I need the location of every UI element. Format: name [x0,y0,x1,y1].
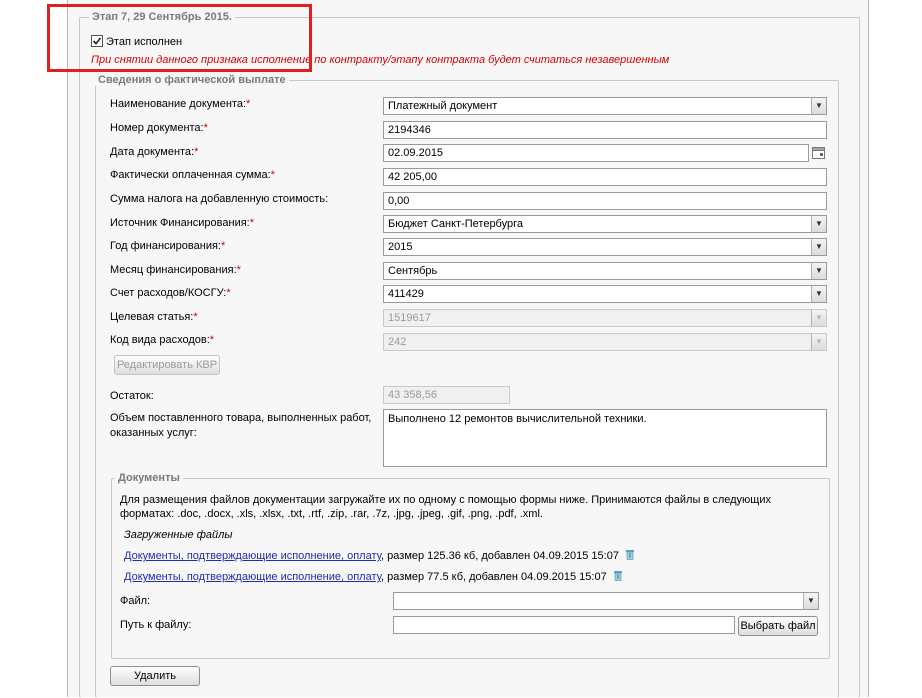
doc-date-label: Дата документа:* [110,146,199,158]
file-row-2: Документы, подтверждающие исполнение, оп… [124,570,623,583]
remainder-input: 43 358,56 [383,386,510,404]
doc-number-label: Номер документа:* [110,122,208,134]
vat-sum-label: Сумма налога на добавленную стоимость: [110,193,329,205]
remainder-label: Остаток: [110,390,154,402]
paid-sum-label: Фактически оплаченная сумма:* [110,169,275,181]
chevron-down-icon[interactable]: ▼ [803,593,818,609]
documents-info-line2: форматах: .doc, .docx, .xls, .xlsx, .txt… [120,508,543,520]
vat-sum-input[interactable]: 0,00 [383,192,827,210]
file-select[interactable]: ▼ [393,592,819,610]
doc-name-label: Наименование документа:* [110,98,251,110]
file-row-1: Документы, подтверждающие исполнение, оп… [124,549,635,562]
year-label: Год финансирования:* [110,240,226,252]
chevron-down-icon[interactable]: ▼ [811,286,826,302]
chevron-down-icon[interactable]: ▼ [811,263,826,279]
file-meta-1: , размер 125.36 кб, добавлен 04.09.2015 … [381,550,619,562]
left-border [67,0,68,697]
edit-kvr-button[interactable]: Редактировать КВР [114,355,220,375]
account-select[interactable]: 411429 ▼ [383,285,827,303]
account-label: Счет расходов/КОСГУ:* [110,287,231,299]
kvr-select: 242 ▼ [383,333,827,351]
file-meta-2: , размер 77.5 кб, добавлен 04.09.2015 15… [381,571,607,583]
kvr-label: Код вида расходов:* [110,334,215,346]
chevron-down-icon: ▼ [811,310,826,326]
path-input[interactable] [393,616,735,634]
highlight-frame [47,4,312,72]
file-label: Файл: [120,595,151,607]
source-label: Источник Финансирования:* [110,217,255,229]
doc-name-select[interactable]: Платежный документ ▼ [383,97,827,115]
chevron-down-icon[interactable]: ▼ [811,216,826,232]
chevron-down-icon: ▼ [811,334,826,350]
volume-textarea[interactable]: Выполнено 12 ремонтов вычислительной тех… [383,409,827,467]
doc-number-input[interactable]: 2194346 [383,121,827,139]
volume-label-line2: оказанных услуг: [110,427,197,439]
chevron-down-icon[interactable]: ▼ [811,98,826,114]
path-label: Путь к файлу: [120,619,192,631]
trash-icon[interactable] [625,549,635,560]
volume-label-line1: Объем поставленного товара, выполненных … [110,412,372,424]
chevron-down-icon[interactable]: ▼ [811,239,826,255]
calendar-icon[interactable] [811,144,827,162]
year-select[interactable]: 2015 ▼ [383,238,827,256]
documents-legend: Документы [115,472,183,484]
file-link-2[interactable]: Документы, подтверждающие исполнение, оп… [124,571,381,583]
file-link-1[interactable]: Документы, подтверждающие исполнение, оп… [124,550,381,562]
uploaded-files-title: Загруженные файлы [124,529,233,541]
target-select: 1519617 ▼ [383,309,827,327]
month-label: Месяц финансирования:* [110,264,241,276]
choose-file-button[interactable]: Выбрать файл [738,616,818,636]
target-label: Целевая статья:* [110,311,198,323]
doc-date-input[interactable]: 02.09.2015 [383,144,809,162]
month-select[interactable]: Сентябрь ▼ [383,262,827,280]
right-border [868,0,869,697]
source-select[interactable]: Бюджет Санкт-Петербурга ▼ [383,215,827,233]
documents-info-line1: Для размещения файлов документации загру… [120,494,771,506]
payment-legend: Сведения о фактической выплате [95,74,289,86]
trash-icon[interactable] [613,570,623,581]
paid-sum-input[interactable]: 42 205,00 [383,168,827,186]
delete-button[interactable]: Удалить [110,666,200,686]
